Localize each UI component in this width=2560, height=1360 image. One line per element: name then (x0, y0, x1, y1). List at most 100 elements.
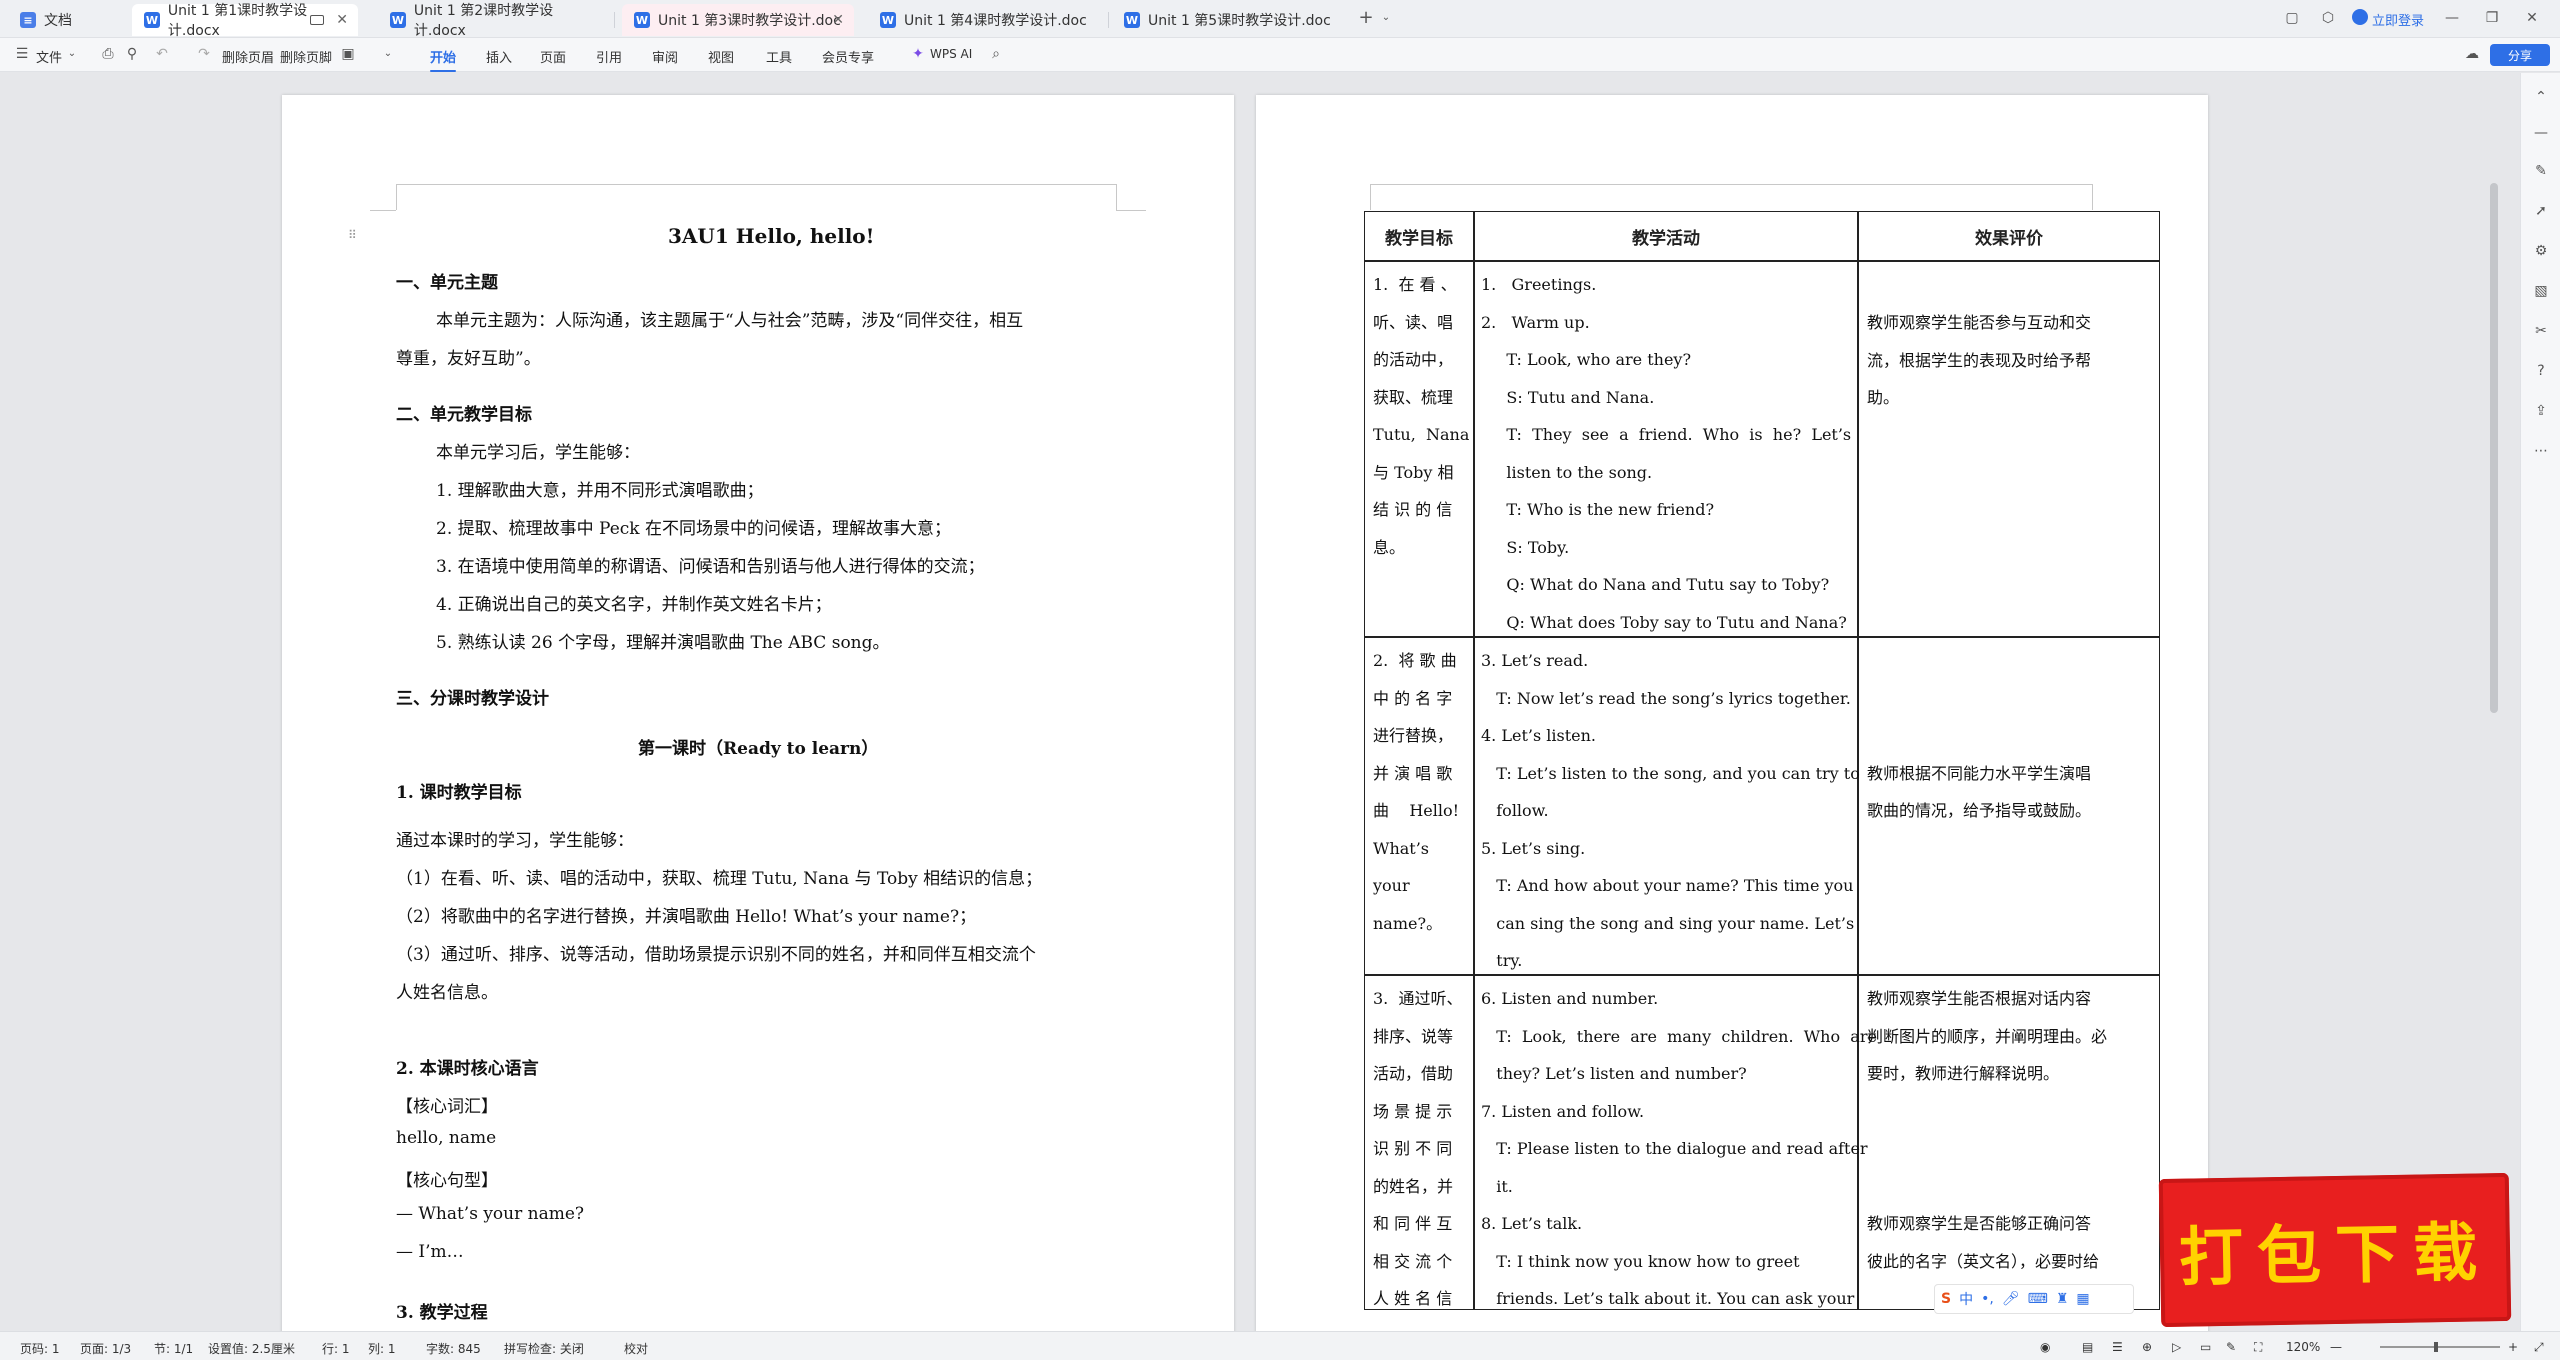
new-tab-icon[interactable]: + (1358, 9, 1374, 27)
header-guide (1116, 184, 1117, 210)
drag-handle-icon[interactable]: ⠿ (348, 228, 357, 242)
cube-icon[interactable]: ⬡ (2320, 10, 2336, 26)
tab-doc-5[interactable]: W Unit 1 第5课时教学设计.doc (1112, 4, 1342, 36)
list-item: 3. 在语境中使用简单的称谓语、问候语和告别语与他人进行得体的交流； (436, 557, 985, 577)
file-menu[interactable]: 文件 (36, 47, 62, 66)
share-button[interactable]: 分享 (2490, 44, 2550, 66)
search-doc-icon[interactable]: ⚲ (124, 46, 140, 62)
tab-home[interactable]: ≡ 文档 (8, 4, 128, 36)
settings-icon[interactable]: ⚙ (2533, 243, 2549, 259)
delete-header-button[interactable]: 删除页眉 (222, 47, 274, 66)
tab-tools[interactable]: 工具 (766, 47, 792, 66)
download-banner[interactable]: 打包下载 (2158, 1172, 2512, 1328)
tab-label: 文档 (44, 13, 72, 29)
tab-view[interactable]: 视图 (708, 47, 734, 66)
share-icon[interactable]: ⇪ (2533, 403, 2549, 419)
save-icon[interactable]: ⎙ (100, 46, 116, 62)
tab-review[interactable]: 审阅 (652, 47, 678, 66)
evaluation-line (1867, 1130, 2155, 1168)
restore-icon[interactable]: ❐ (2484, 10, 2500, 26)
evaluation-line (1867, 642, 2155, 680)
fullscreen-icon[interactable]: ⤢ (2534, 1340, 2544, 1355)
close-icon[interactable]: ✕ (832, 12, 844, 28)
eye-icon[interactable]: ◉ (2040, 1340, 2050, 1354)
zoom-level[interactable]: 120% (2286, 1340, 2320, 1354)
web-view-icon[interactable]: ⊕ (2142, 1340, 2152, 1354)
paragraph: 通过本课时的学习，学生能够： (396, 831, 634, 851)
avatar-icon[interactable] (2352, 9, 2368, 25)
activity-line: friends. Let’s talk about it. You can as… (1481, 1289, 1855, 1308)
tab-start[interactable]: 开始 (430, 47, 457, 72)
tab-doc-2[interactable]: W Unit 1 第2课时教学设计.docx (378, 3, 604, 39)
zoom-in-icon[interactable]: + (2508, 1340, 2518, 1354)
cursor-icon[interactable]: ➚ (2533, 203, 2549, 219)
activity-line: 7. Listen and follow. (1481, 1101, 1645, 1121)
zoom-thumb[interactable] (2434, 1342, 2438, 1352)
close-icon[interactable]: ✕ (336, 12, 348, 28)
activity-line: 3. Let’s read. (1481, 651, 1589, 670)
format-icon[interactable]: ▣ (340, 46, 356, 62)
tools-icon[interactable]: ✂ (2533, 323, 2549, 339)
screen-icon[interactable]: ▢ (2284, 10, 2300, 26)
section-heading: 三、分课时教学设计 (396, 689, 549, 709)
goal-line: 1. 在 看 、 (1373, 275, 1457, 294)
skin-icon[interactable]: ♜ (2056, 1291, 2069, 1307)
label: 【核心句型】 (396, 1171, 498, 1191)
delete-footer-button[interactable]: 删除页脚 (280, 47, 332, 66)
redo-icon[interactable]: ↷ (196, 46, 212, 62)
ime-toolbar[interactable]: S 中 •, 🎤︎ ⌨ ♜ ▦ (1934, 1284, 2134, 1314)
more-icon[interactable]: ⋯ (2533, 443, 2549, 459)
edit-icon[interactable]: ✎ (2226, 1340, 2236, 1354)
mic-icon[interactable]: 🎤︎ (2002, 1291, 2020, 1307)
word-count[interactable]: 字数: 845 (426, 1340, 481, 1357)
goal-line: 中 的 名 字 (1373, 688, 1453, 708)
tab-doc-4[interactable]: W Unit 1 第4课时教学设计.doc (868, 4, 1098, 36)
zoom-slider[interactable] (2380, 1342, 2500, 1352)
tab-member[interactable]: 会员专享 (822, 47, 874, 66)
tab-reference[interactable]: 引用 (596, 47, 622, 66)
evaluation-line: 教师观察学生能否根据对话内容 (1867, 989, 2092, 1008)
evaluation-cell: 教师观察学生能否根据对话内容 判断图片的顺序，并阐明理由。必 要时，教师进行解释说明… (1867, 980, 2155, 1280)
login-link[interactable]: 立即登录 (2372, 10, 2424, 29)
keyboard-icon[interactable]: ⌨ (2028, 1291, 2048, 1307)
ime-mode[interactable]: 中 (1959, 1289, 1973, 1309)
zoom-out-icon[interactable]: — (2330, 1340, 2342, 1354)
proofread[interactable]: 校对 (624, 1340, 648, 1357)
activity-line: T: Who is the new friend? (1481, 500, 1715, 519)
pen-icon[interactable]: ✎ (2533, 163, 2549, 179)
fit-icon[interactable]: ⛶ (2254, 1340, 2262, 1355)
evaluation-line: 彼此的名字（英文名），必要时给 (1867, 1251, 2100, 1271)
image-icon[interactable]: ▧ (2533, 283, 2549, 299)
search-icon[interactable]: ⌕ (988, 46, 1004, 62)
header-guide (370, 210, 396, 211)
vertical-scrollbar[interactable] (2490, 183, 2498, 713)
tab-doc-1[interactable]: W Unit 1 第1课时教学设计.docx ✕ (132, 3, 358, 39)
collapse-icon[interactable]: ⌃ (2533, 89, 2549, 105)
header-guide (2092, 184, 2093, 210)
chevron-down-icon[interactable]: ⌄ (1378, 10, 1394, 26)
menu-icon[interactable]: ☰ (14, 46, 30, 62)
cloud-icon[interactable]: ☁ (2464, 46, 2480, 62)
grid-icon[interactable]: ▦ (2076, 1291, 2089, 1307)
page-count[interactable]: 页面: 1/3 (80, 1340, 131, 1357)
goal-line: 并 演 唱 歌 (1373, 763, 1453, 783)
spell-check[interactable]: 拼写检查: 关闭 (504, 1340, 584, 1357)
read-icon[interactable]: ▭ (2200, 1340, 2211, 1354)
tab-page[interactable]: 页面 (540, 47, 566, 66)
window-icon[interactable] (310, 15, 324, 25)
tab-insert[interactable]: 插入 (486, 47, 512, 66)
close-window-icon[interactable]: ✕ (2524, 10, 2540, 26)
minimize-icon[interactable]: — (2444, 10, 2460, 26)
col-indicator: 列: 1 (368, 1342, 396, 1356)
outline-icon[interactable]: ☰ (2112, 1340, 2123, 1354)
undo-icon[interactable]: ↶ (154, 46, 170, 62)
wps-ai-button[interactable]: WPS AI (930, 47, 972, 61)
help-icon[interactable]: ? (2533, 363, 2549, 379)
play-icon[interactable]: ▷ (2172, 1340, 2181, 1354)
minus-icon[interactable]: — (2533, 125, 2549, 141)
punctuation-icon[interactable]: •, (1981, 1291, 1994, 1307)
chevron-down-icon[interactable]: ⌄ (380, 46, 396, 62)
page-view-icon[interactable]: ▤ (2082, 1340, 2093, 1354)
tab-doc-3[interactable]: W Unit 1 第3课时教学设计.doc ✕ (622, 4, 854, 36)
chevron-down-icon[interactable]: ⌄ (64, 46, 80, 62)
